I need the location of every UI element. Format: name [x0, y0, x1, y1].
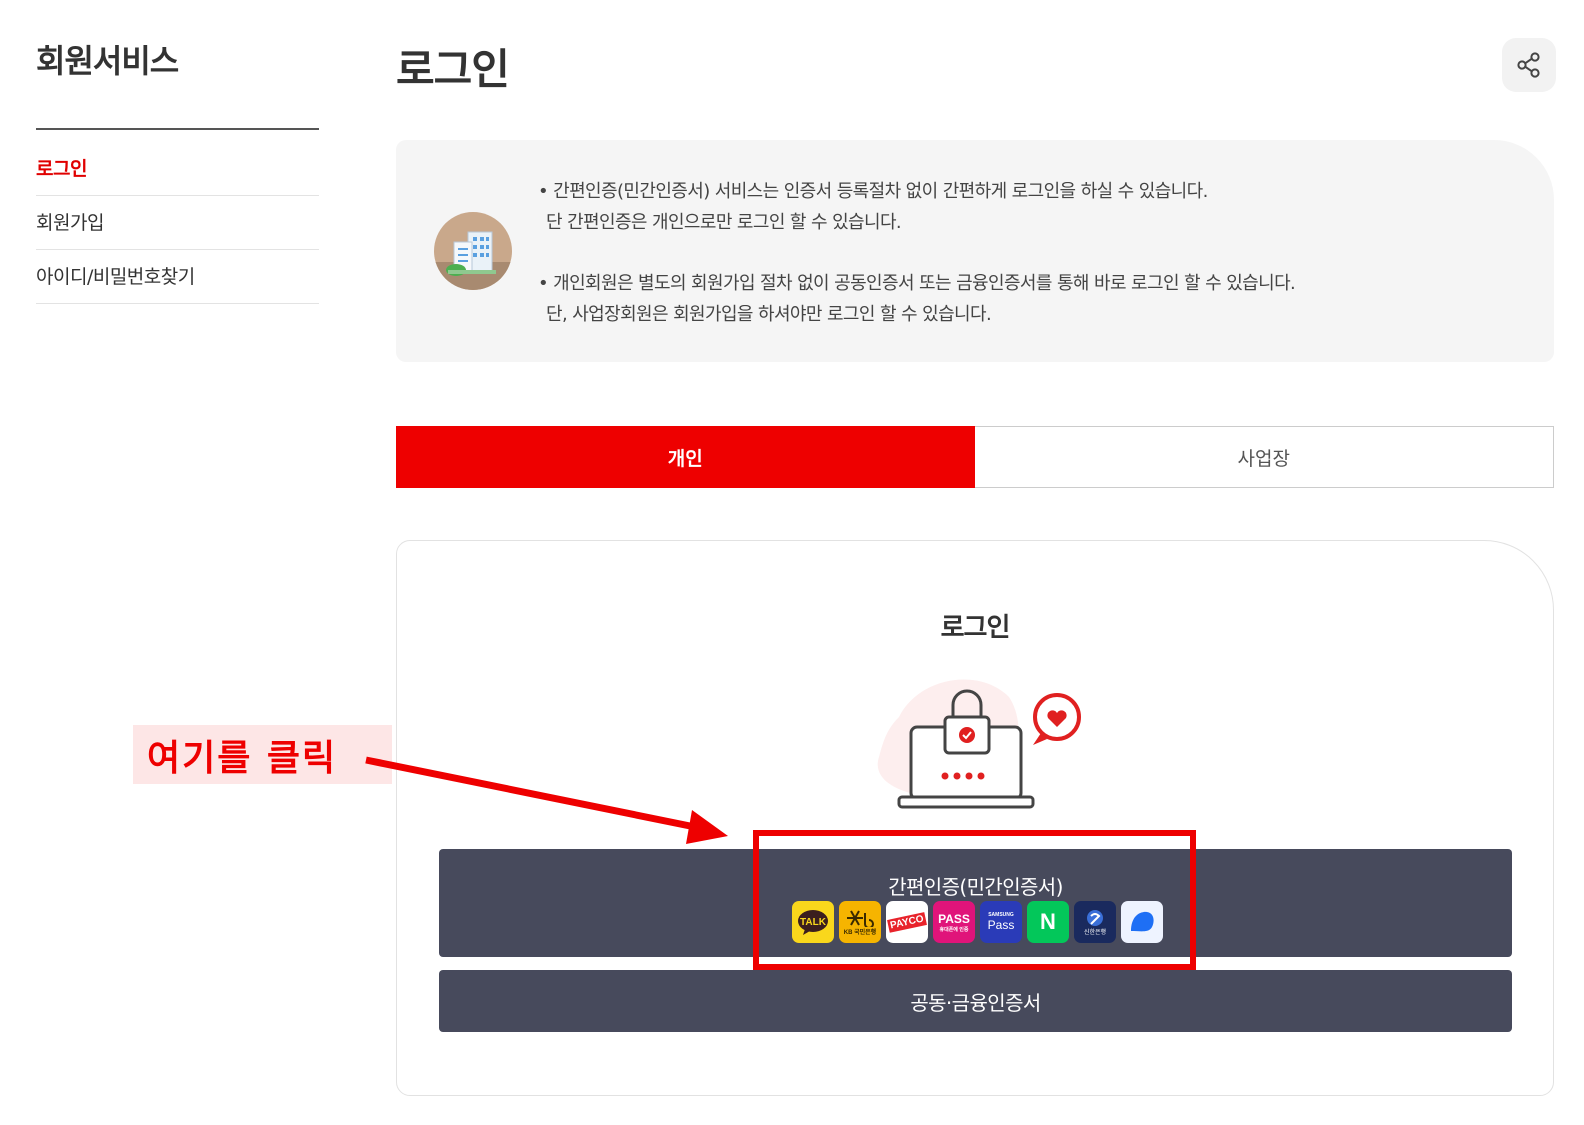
- sidebar-menu: 로그인 회원가입 아이디/비밀번호찾기: [36, 142, 319, 304]
- share-button[interactable]: [1502, 38, 1556, 92]
- certificate-login-button[interactable]: 공동·금융인증서: [439, 970, 1512, 1032]
- callout-label: 여기를 클릭: [133, 725, 392, 784]
- member-type-tabs: 개인 사업장: [396, 426, 1554, 488]
- sidebar-divider: [36, 128, 319, 130]
- info-line-1: • 간편인증(민간인증서) 서비스는 인증서 등록절차 없이 간편하게 로그인을…: [538, 181, 1208, 202]
- tab-personal[interactable]: 개인: [396, 426, 975, 488]
- info-text: • 간편인증(민간인증서) 서비스는 인증서 등록절차 없이 간편하게 로그인을…: [538, 176, 1296, 330]
- info-line-3: • 개인회원은 별도의 회원가입 절차 없이 공동인증서 또는 금융인증서를 통…: [538, 273, 1296, 294]
- share-icon: [1517, 52, 1540, 78]
- sidebar-title: 회원서비스: [36, 42, 179, 80]
- info-line-2: 단 간편인증은 개인으로만 로그인 할 수 있습니다.: [546, 212, 902, 233]
- laptop-lock-illustration: [877, 679, 1081, 809]
- highlight-box: [753, 830, 1196, 970]
- info-box: • 간편인증(민간인증서) 서비스는 인증서 등록절차 없이 간편하게 로그인을…: [396, 140, 1554, 362]
- sidebar-item-signup[interactable]: 회원가입: [36, 196, 319, 250]
- tab-business[interactable]: 사업장: [974, 426, 1554, 488]
- building-icon: [434, 212, 512, 290]
- sidebar-item-login[interactable]: 로그인: [36, 142, 319, 196]
- sidebar-item-find-account[interactable]: 아이디/비밀번호찾기: [36, 250, 319, 304]
- arrow-icon: [365, 756, 728, 844]
- login-heading: 로그인: [940, 613, 1011, 643]
- info-line-4: 단, 사업장회원은 회원가입을 하셔야만 로그인 할 수 있습니다.: [546, 304, 992, 325]
- page-title: 로그인: [396, 45, 510, 94]
